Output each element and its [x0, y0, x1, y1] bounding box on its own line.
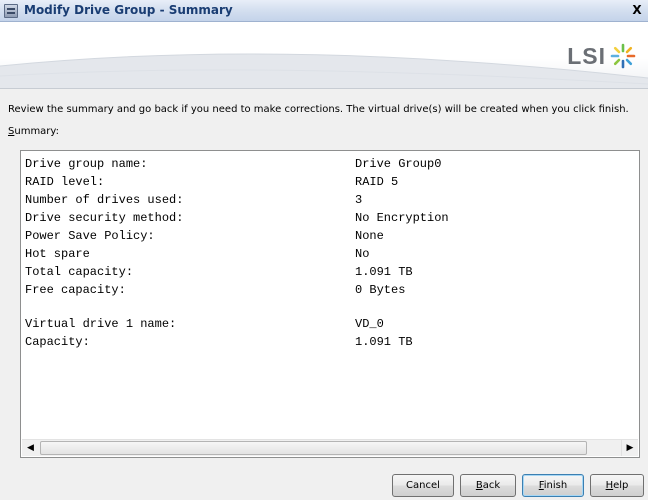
summary-label-rest: ummary: [14, 126, 59, 137]
title-bar: Modify Drive Group - Summary X [0, 0, 648, 22]
summary-label: Summary: [8, 126, 59, 137]
finish-button[interactable]: Finish [522, 474, 584, 497]
summary-row: Free capacity: 0 Bytes [25, 281, 635, 299]
summary-value: 1.091 TB [355, 335, 413, 349]
summary-value: 1.091 TB [355, 265, 413, 279]
summary-row: Hot spare No [25, 245, 635, 263]
summary-value: VD_0 [355, 317, 384, 331]
summary-row: Total capacity: 1.091 TB [25, 263, 635, 281]
summary-value: 0 Bytes [355, 283, 406, 297]
summary-key: Hot spare [25, 247, 90, 261]
window-title: Modify Drive Group - Summary [24, 3, 233, 17]
summary-row: Virtual drive 1 name: VD_0 [25, 315, 635, 333]
banner-divider [0, 88, 648, 89]
scroll-right-icon[interactable]: ▶ [621, 440, 638, 456]
summary-spacer [25, 299, 635, 315]
summary-key: Drive security method: [25, 211, 184, 225]
summary-row: Drive group name: Drive Group0 [25, 155, 635, 173]
summary-key: RAID level: [25, 175, 105, 189]
horizontal-scrollbar[interactable]: ◀ ▶ [22, 439, 638, 456]
summary-key: Total capacity: [25, 265, 134, 279]
summary-key: Drive group name: [25, 157, 148, 171]
summary-key: Number of drives used: [25, 193, 184, 207]
scroll-left-icon[interactable]: ◀ [22, 440, 39, 456]
close-button[interactable]: X [630, 3, 644, 18]
help-mnemonic: H [605, 480, 614, 491]
summary-value: No Encryption [355, 211, 449, 225]
summary-list: Drive group name: Drive Group0 RAID leve… [25, 155, 635, 351]
scrollbar-thumb[interactable] [40, 441, 587, 455]
back-label-rest: ack [482, 480, 501, 491]
summary-key: Capacity: [25, 335, 90, 349]
banner-swoosh-graphic [0, 53, 648, 88]
summary-value: No [355, 247, 370, 261]
summary-key: Virtual drive 1 name: [25, 317, 177, 331]
summary-row: Drive security method: No Encryption [25, 209, 635, 227]
help-label-rest: elp [613, 480, 629, 491]
help-button[interactable]: Help [590, 474, 644, 497]
summary-row: RAID level: RAID 5 [25, 173, 635, 191]
header-banner: LSI [0, 22, 648, 88]
lsi-logo: LSI [567, 42, 636, 70]
summary-value: None [355, 229, 384, 243]
back-button[interactable]: Back [460, 474, 516, 497]
summary-value: Drive Group0 [355, 157, 442, 171]
summary-key: Free capacity: [25, 283, 126, 297]
summary-text-box[interactable]: Drive group name: Drive Group0 RAID leve… [20, 150, 640, 458]
lsi-logo-text: LSI [567, 42, 606, 69]
lsi-starburst-icon [610, 43, 636, 69]
summary-value: 3 [355, 193, 363, 207]
finish-label-rest: inish [543, 480, 568, 491]
back-mnemonic: B [475, 480, 483, 491]
summary-row: Capacity: 1.091 TB [25, 333, 635, 351]
cancel-button[interactable]: Cancel [392, 474, 454, 497]
app-icon [4, 4, 18, 18]
summary-row: Number of drives used: 3 [25, 191, 635, 209]
summary-row: Power Save Policy: None [25, 227, 635, 245]
instruction-text: Review the summary and go back if you ne… [8, 104, 629, 115]
summary-key: Power Save Policy: [25, 229, 155, 243]
summary-value: RAID 5 [355, 175, 399, 189]
